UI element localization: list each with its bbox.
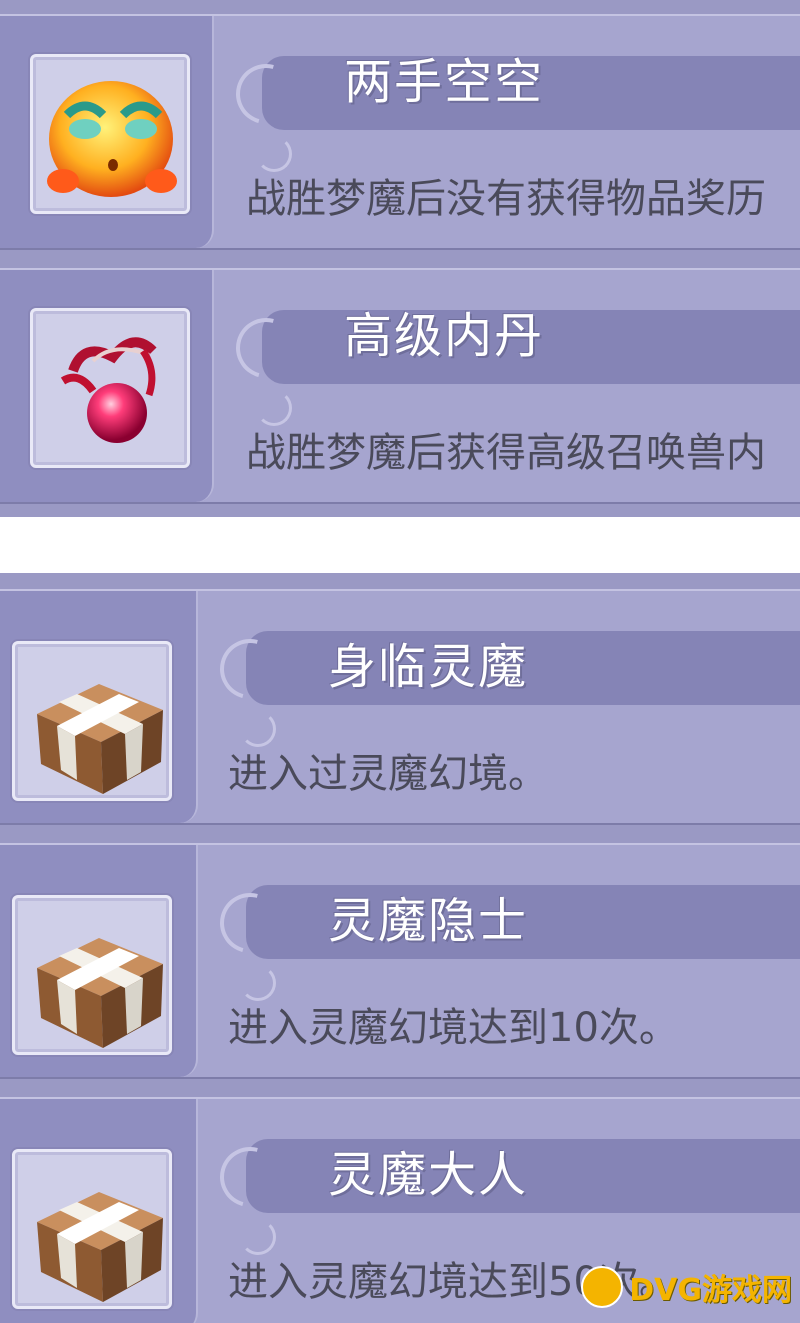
red-orb-icon [60, 337, 157, 443]
achievement-card[interactable]: 两手空空 战胜梦魔后没有获得物品奖历 [0, 14, 800, 250]
achievement-description: 战胜梦魔后没有获得物品奖历 [246, 176, 766, 222]
achievement-icon-frame [30, 308, 190, 468]
achievement-icon-frame [12, 641, 172, 801]
achievement-description: 进入灵魔幻境达到10次。 [228, 1005, 679, 1051]
gift-box-icon [37, 684, 163, 794]
achievement-title: 高级内丹 [344, 308, 545, 364]
achievement-icon-frame [30, 54, 190, 214]
achievement-title: 灵魔大人 [328, 1147, 529, 1203]
achievement-panel-bottom: 身临灵魔 进入过灵魔幻境。 灵魔隐士 进入灵魔幻境达到10次。 灵魔大人 进入灵… [0, 573, 800, 1323]
gift-box-icon [37, 1192, 163, 1302]
achievement-card[interactable]: 高级内丹 战胜梦魔后获得高级召唤兽内 [0, 268, 800, 504]
achievement-card[interactable]: 身临灵魔 进入过灵魔幻境。 [0, 589, 800, 825]
achievement-description: 战胜梦魔后获得高级召唤兽内 [246, 430, 766, 476]
watermark-text: DVG游戏网 [629, 1273, 792, 1308]
watermark: DVG游戏网 [581, 1263, 792, 1311]
achievement-panel-top: 两手空空 战胜梦魔后没有获得物品奖历 高级内丹 战胜梦魔后获得高级召唤兽内 [0, 0, 800, 517]
crying-face-icon [47, 81, 177, 197]
achievement-title: 灵魔隐士 [328, 893, 529, 949]
achievement-icon-frame [12, 1149, 172, 1309]
achievement-description: 进入过灵魔幻境。 [228, 751, 548, 797]
achievement-card[interactable]: 灵魔隐士 进入灵魔幻境达到10次。 [0, 843, 800, 1079]
gamepad-icon [581, 1266, 624, 1308]
achievement-icon-frame [12, 895, 172, 1055]
achievement-title: 两手空空 [344, 54, 545, 110]
achievement-title: 身临灵魔 [328, 639, 529, 695]
gift-box-icon [37, 938, 163, 1048]
